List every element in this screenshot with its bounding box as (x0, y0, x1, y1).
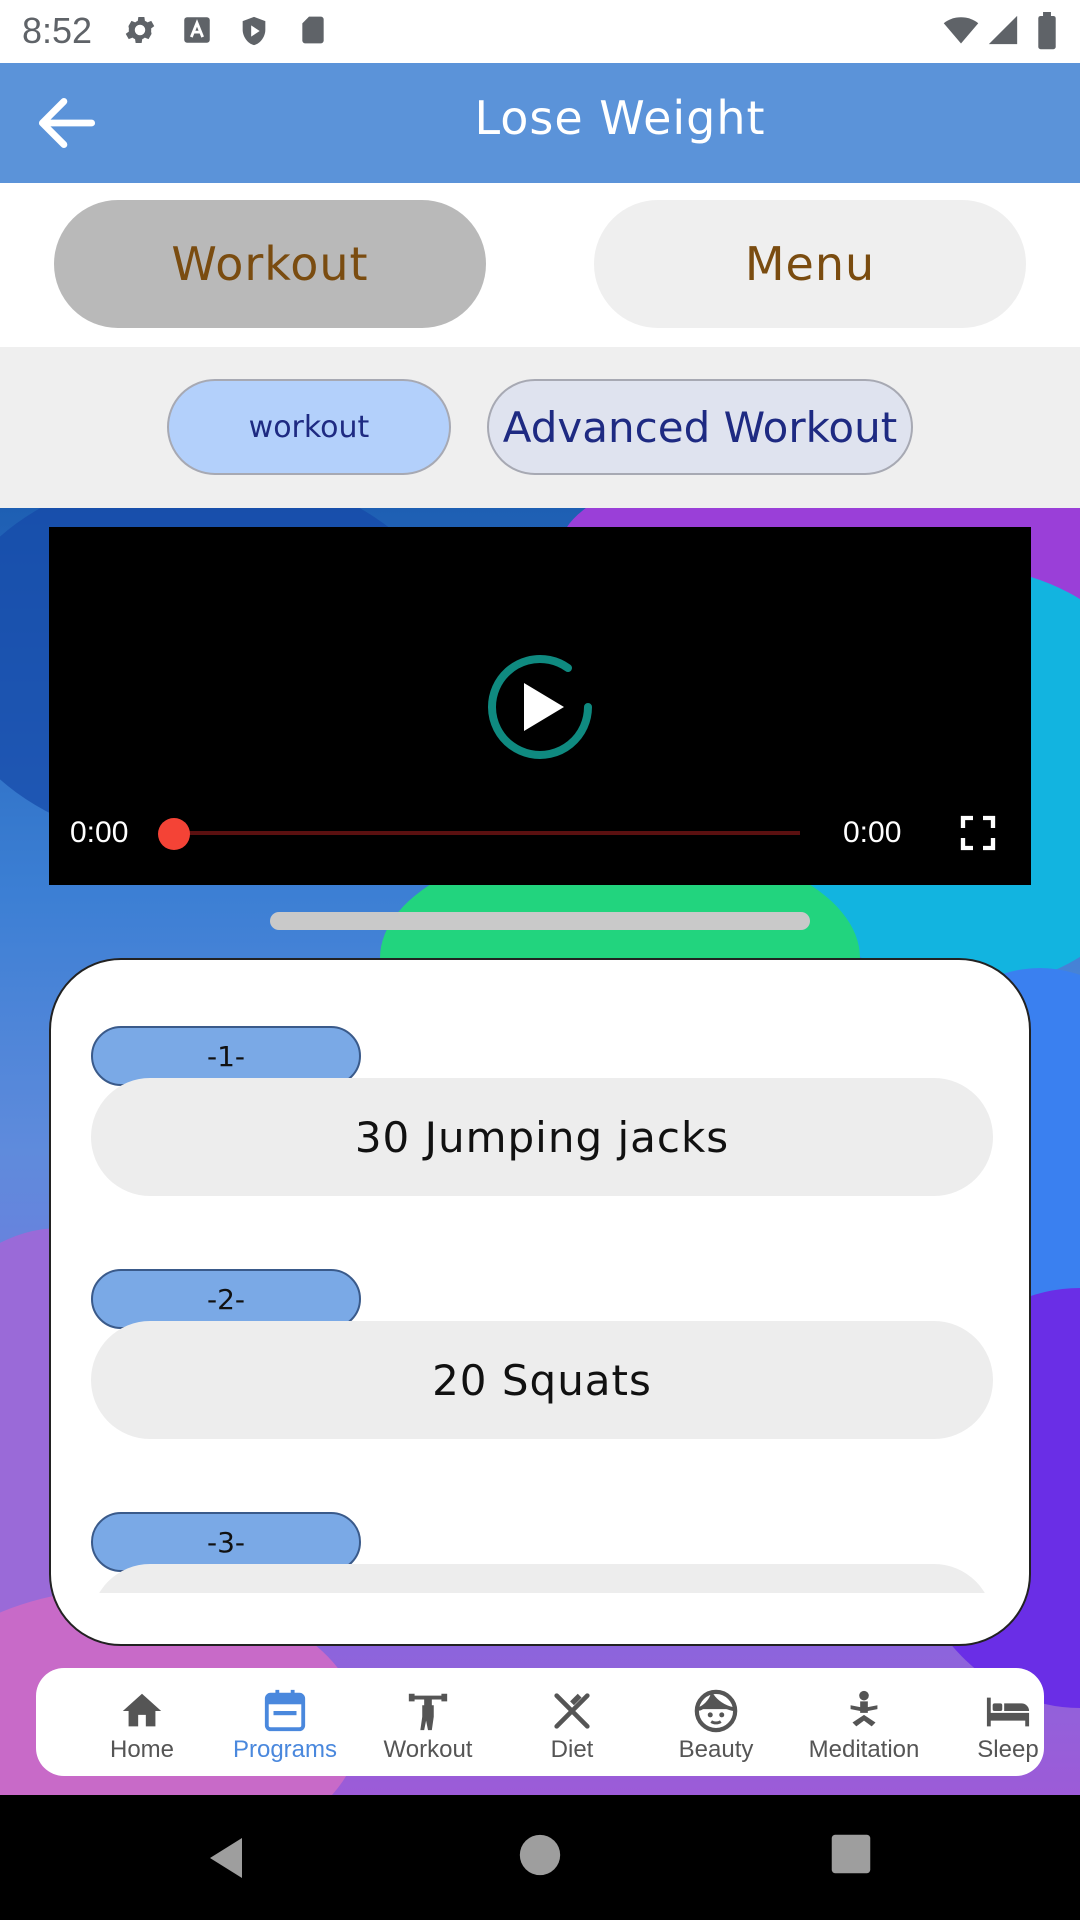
tab-menu[interactable]: Menu (594, 200, 1026, 328)
nav-item-diet[interactable]: Diet (500, 1668, 644, 1776)
weightlifter-icon (408, 1693, 448, 1731)
nav-item-home[interactable]: Home (70, 1668, 214, 1776)
exercise-number: -1- (91, 1026, 361, 1086)
app-bar: Lose Weight (0, 63, 1080, 183)
system-nav-bar (0, 1795, 1080, 1920)
tab-workout[interactable]: Workout (54, 200, 486, 328)
primary-tab-bar: Workout Menu (0, 183, 1080, 347)
exercise-name[interactable] (91, 1564, 993, 1593)
fullscreen-icon[interactable] (958, 813, 998, 853)
shield-play-icon (242, 16, 266, 46)
video-seek-bar[interactable] (174, 831, 800, 835)
nav-item-programs[interactable]: Programs (213, 1668, 357, 1776)
sd-card-icon (302, 16, 324, 44)
exercise-number: -2- (91, 1269, 361, 1329)
nav-label: Diet (550, 1736, 594, 1763)
page-title: Lose Weight (474, 91, 766, 145)
exercise-name[interactable]: 20 Squats (91, 1321, 993, 1439)
nav-item-sleep[interactable]: Sleep (936, 1668, 1080, 1776)
nav-label: Beauty (678, 1736, 754, 1763)
play-icon[interactable] (486, 653, 594, 761)
exercise-card: -1- 30 Jumping jacks -2- 20 Squats -3- (49, 958, 1031, 1646)
status-bar: 8:52 (0, 0, 1080, 63)
system-recents-icon[interactable] (830, 1833, 872, 1875)
nav-label: Workout (383, 1736, 473, 1763)
face-icon (694, 1689, 738, 1733)
video-current-time: 0:00 (70, 816, 129, 849)
chip-advanced-workout[interactable]: Advanced Workout (487, 379, 913, 475)
workout-type-bar: workout Advanced Workout (0, 347, 1080, 508)
signal-icon (988, 15, 1018, 45)
utensils-icon (554, 1693, 590, 1729)
back-arrow-icon[interactable] (30, 86, 104, 160)
exercise-number: -3- (91, 1512, 361, 1572)
exercise-name[interactable]: 30 Jumping jacks (91, 1078, 993, 1196)
bed-icon (986, 1697, 1030, 1727)
status-time: 8:52 (22, 10, 93, 51)
nav-item-meditation[interactable]: Meditation (772, 1668, 956, 1776)
nav-item-workout[interactable]: Workout (356, 1668, 500, 1776)
wifi-icon (943, 17, 979, 44)
exercise-list[interactable]: -1- 30 Jumping jacks -2- 20 Squats -3- (51, 960, 1029, 1593)
bottom-nav: Home Programs Workout Diet Beauty Medita… (36, 1668, 1044, 1776)
video-duration: 0:00 (843, 816, 902, 849)
scroll-indicator (270, 912, 810, 930)
nav-label: Meditation (808, 1736, 920, 1763)
meditation-icon (850, 1690, 878, 1727)
nav-label: Sleep (977, 1736, 1039, 1763)
nav-label: Home (109, 1736, 175, 1763)
nav-item-beauty[interactable]: Beauty (644, 1668, 788, 1776)
nav-label: Programs (232, 1736, 338, 1763)
chip-workout[interactable]: workout (167, 379, 451, 475)
settings-icon (125, 16, 155, 44)
font-a-icon (184, 17, 210, 43)
video-seek-handle[interactable] (158, 818, 190, 850)
system-back-icon[interactable] (202, 1833, 250, 1883)
home-icon (122, 1693, 162, 1727)
battery-icon (1038, 12, 1056, 50)
calendar-icon (264, 1689, 306, 1732)
system-home-icon[interactable] (518, 1833, 562, 1877)
